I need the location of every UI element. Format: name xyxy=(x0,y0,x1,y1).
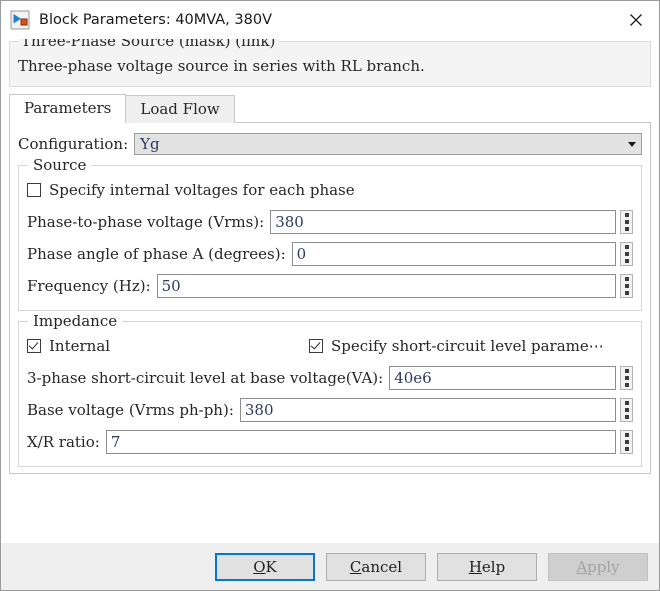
xr-ratio-row: X/R ratio: 7 xyxy=(27,429,633,455)
xr-ratio-stepper[interactable] xyxy=(620,430,633,454)
impedance-group-legend: Impedance xyxy=(28,312,122,330)
cancel-button-mnemonic: C xyxy=(350,558,361,576)
internal-label: Internal xyxy=(49,337,110,355)
frequency-input[interactable]: 50 xyxy=(157,274,616,298)
short-circuit-level-stepper[interactable] xyxy=(620,366,633,390)
phase-angle-label: Phase angle of phase A (degrees): xyxy=(27,245,286,263)
title-bar: Block Parameters: 40MVA, 380V xyxy=(1,1,659,39)
xr-ratio-value: 7 xyxy=(107,433,121,451)
configuration-select[interactable]: Yg xyxy=(134,133,642,155)
phase-angle-stepper[interactable] xyxy=(620,242,633,266)
base-voltage-row: Base voltage (Vrms ph-ph): 380 xyxy=(27,397,633,423)
tab-load-flow[interactable]: Load Flow xyxy=(125,95,234,123)
help-button-mnemonic: H xyxy=(469,558,482,576)
short-circuit-level-label: 3-phase short-circuit level at base volt… xyxy=(27,369,383,387)
base-voltage-input[interactable]: 380 xyxy=(240,398,616,422)
short-circuit-level-row: 3-phase short-circuit level at base volt… xyxy=(27,365,633,391)
impedance-checkbox-row: Internal Specify short-circuit level par… xyxy=(27,335,633,357)
dialog-content: Three-Phase Source (mask) (link) Three-p… xyxy=(1,39,659,542)
tab-parameters[interactable]: Parameters xyxy=(9,94,126,123)
specify-internal-voltages-checkbox[interactable] xyxy=(27,183,41,197)
phase-to-phase-voltage-value: 380 xyxy=(271,213,304,231)
ok-button-mnemonic: O xyxy=(253,558,265,576)
help-button-post: elp xyxy=(482,558,505,576)
frequency-row: Frequency (Hz): 50 xyxy=(27,273,633,299)
close-icon[interactable] xyxy=(613,2,659,39)
specify-short-circuit-row[interactable]: Specify short-circuit level parame⋯ xyxy=(309,337,604,355)
short-circuit-level-value: 40e6 xyxy=(390,369,432,387)
help-button[interactable]: Help xyxy=(437,553,537,581)
impedance-group: Impedance Internal Specify short-circuit… xyxy=(18,321,642,467)
base-voltage-label: Base voltage (Vrms ph-ph): xyxy=(27,401,234,419)
phase-to-phase-voltage-input[interactable]: 380 xyxy=(270,210,616,234)
short-circuit-level-input[interactable]: 40e6 xyxy=(389,366,616,390)
phase-angle-value: 0 xyxy=(293,245,307,263)
base-voltage-value: 380 xyxy=(241,401,274,419)
simulink-block-icon xyxy=(10,10,30,30)
dialog-footer: OK Cancel Help Apply xyxy=(1,542,659,590)
frequency-value: 50 xyxy=(158,277,181,295)
tab-strip: Parameters Load Flow xyxy=(9,95,659,123)
parameters-panel: Configuration: Yg Source Specify interna… xyxy=(9,123,651,474)
phase-angle-row: Phase angle of phase A (degrees): 0 xyxy=(27,241,633,267)
block-parameters-dialog: Block Parameters: 40MVA, 380V Three-Phas… xyxy=(0,0,660,591)
base-voltage-stepper[interactable] xyxy=(620,398,633,422)
phase-to-phase-voltage-label: Phase-to-phase voltage (Vrms): xyxy=(27,213,264,231)
specify-short-circuit-checkbox[interactable] xyxy=(309,339,323,353)
apply-button-mnemonic: A xyxy=(576,558,587,576)
block-description-text: Three-phase voltage source in series wit… xyxy=(18,56,642,76)
configuration-label: Configuration: xyxy=(18,135,128,153)
block-description-legend: Three-Phase Source (mask) (link) xyxy=(18,39,279,50)
configuration-row: Configuration: Yg xyxy=(18,133,642,155)
phase-to-phase-voltage-stepper[interactable] xyxy=(620,210,633,234)
chevron-down-icon xyxy=(623,142,641,147)
ok-button[interactable]: OK xyxy=(215,553,315,581)
internal-checkbox[interactable] xyxy=(27,339,41,353)
configuration-value: Yg xyxy=(135,135,623,153)
frequency-label: Frequency (Hz): xyxy=(27,277,151,295)
frequency-stepper[interactable] xyxy=(620,274,633,298)
source-group: Source Specify internal voltages for eac… xyxy=(18,165,642,311)
window-title: Block Parameters: 40MVA, 380V xyxy=(39,12,613,28)
apply-button-post: pply xyxy=(587,558,619,576)
internal-checkbox-row[interactable]: Internal xyxy=(27,337,309,355)
cancel-button[interactable]: Cancel xyxy=(326,553,426,581)
xr-ratio-label: X/R ratio: xyxy=(27,433,100,451)
phase-angle-input[interactable]: 0 xyxy=(292,242,616,266)
block-description-group: Three-Phase Source (mask) (link) Three-p… xyxy=(9,41,651,87)
phase-to-phase-voltage-row: Phase-to-phase voltage (Vrms): 380 xyxy=(27,209,633,235)
source-group-legend: Source xyxy=(28,156,91,174)
specify-internal-voltages-row[interactable]: Specify internal voltages for each phase xyxy=(27,179,633,201)
specify-internal-voltages-label: Specify internal voltages for each phase xyxy=(49,181,355,199)
specify-short-circuit-label: Specify short-circuit level parame⋯ xyxy=(331,337,604,355)
cancel-button-post: ancel xyxy=(361,558,402,576)
apply-button: Apply xyxy=(548,553,648,581)
ok-button-post: K xyxy=(266,558,277,576)
xr-ratio-input[interactable]: 7 xyxy=(106,430,616,454)
